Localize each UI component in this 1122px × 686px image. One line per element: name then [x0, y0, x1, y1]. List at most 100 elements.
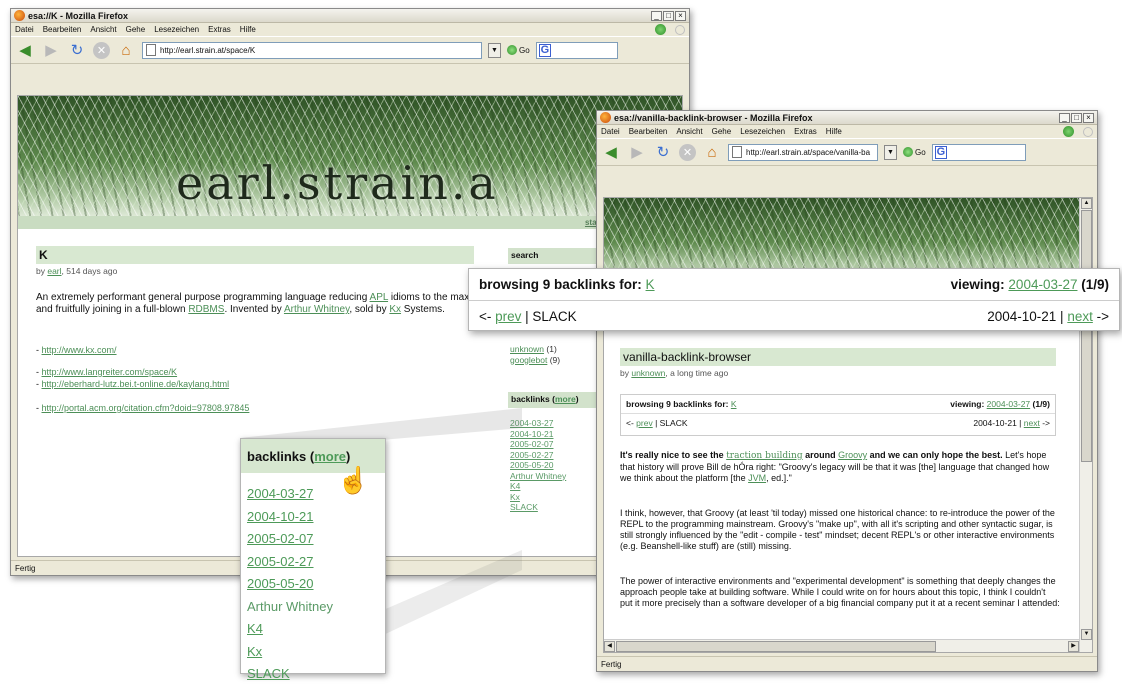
menu-gehe[interactable]: Gehe — [712, 127, 732, 136]
menu-gehe[interactable]: Gehe — [126, 25, 146, 34]
sidebar-backlink-item[interactable]: Arthur Whitney — [510, 471, 566, 482]
kx-url-link[interactable]: http://www.kx.com/ — [42, 345, 117, 355]
back-arrow-icon[interactable]: ◀ — [601, 142, 621, 162]
sidebar-backlink-item[interactable]: Kx — [510, 492, 566, 503]
sidebar-backlink-item[interactable]: K4 — [510, 481, 566, 492]
browse-callout-next-link[interactable]: next — [1067, 309, 1093, 324]
menu-ansicht[interactable]: Ansicht — [90, 25, 116, 34]
sidebar-backlink-item[interactable]: 2004-10-21 — [510, 429, 566, 440]
maximize-icon[interactable]: □ — [663, 10, 674, 21]
backlink-item[interactable]: K4 — [247, 618, 333, 641]
url-dropdown-icon[interactable]: ▼ — [488, 42, 501, 58]
sidebar-backlink-item[interactable]: 2005-02-07 — [510, 439, 566, 450]
back-arrow-icon[interactable]: ◀ — [15, 40, 35, 60]
backlink-item[interactable]: Kx — [247, 641, 333, 664]
menu-datei[interactable]: Datei — [15, 25, 34, 34]
menu-ansicht[interactable]: Ansicht — [676, 127, 702, 136]
scroll-up-icon[interactable]: ▲ — [1081, 198, 1092, 209]
backlinks-callout-more-link[interactable]: more — [314, 449, 346, 464]
menu-bearbeiten[interactable]: Bearbeiten — [629, 127, 668, 136]
sidebar-backlink-item[interactable]: 2005-05-20 — [510, 460, 566, 471]
backlinks-more-link[interactable]: more — [555, 394, 576, 404]
browse-callout-prev-link[interactable]: prev — [495, 309, 521, 324]
home-icon[interactable]: ⌂ — [702, 142, 722, 162]
menu-lesezeichen[interactable]: Lesezeichen — [740, 127, 785, 136]
minimize-icon[interactable]: _ — [1059, 112, 1070, 123]
p1-bold-1: It's really nice to see the — [620, 450, 727, 460]
browse-callout-pager-left: <- prev | SLACK — [479, 309, 577, 324]
viewing-date-link[interactable]: 2004-03-27 — [987, 399, 1030, 409]
forward-arrow-icon[interactable]: ▶ — [41, 40, 61, 60]
traction-building-link[interactable]: traction building — [726, 451, 802, 461]
backlink-item[interactable]: 2005-02-07 — [247, 528, 333, 551]
url-dropdown-icon[interactable]: ▼ — [884, 144, 897, 160]
scroll-left-icon[interactable]: ◀ — [604, 641, 615, 652]
address-bar[interactable]: http://earl.strain.at/space/vanilla-ba — [728, 143, 878, 161]
kaylang-url-link[interactable]: http://eberhard-lutz.bei.t-online.de/kay… — [42, 379, 230, 389]
browse-callout-date-link[interactable]: 2004-03-27 — [1008, 277, 1077, 292]
visitor-unknown[interactable]: unknown (1) — [510, 344, 560, 355]
backlink-item[interactable]: 2004-10-21 — [247, 506, 333, 529]
backlink-item[interactable]: Arthur Whitney — [247, 596, 333, 619]
menu-extras[interactable]: Extras — [208, 25, 231, 34]
google-icon: G — [934, 145, 948, 159]
sidebar-backlink-item[interactable]: SLACK — [510, 502, 566, 513]
backlink-item[interactable]: 2004-03-27 — [247, 483, 333, 506]
browse-target-link[interactable]: K — [731, 399, 737, 409]
apl-link[interactable]: APL — [370, 292, 389, 303]
site-banner: earl.strain.a — [18, 96, 682, 216]
visitor-googlebot[interactable]: googlebot (9) — [510, 355, 560, 366]
prev-link[interactable]: prev — [636, 418, 653, 428]
menu-extras[interactable]: Extras — [794, 127, 817, 136]
stop-icon[interactable]: ✕ — [93, 41, 110, 59]
groovy-link[interactable]: Groovy — [838, 450, 867, 460]
minimize-icon[interactable]: _ — [651, 10, 662, 21]
browse-callout-next-date: 2004-10-21 | — [987, 308, 1068, 324]
close-icon[interactable]: × — [675, 10, 686, 21]
next-link[interactable]: next — [1024, 418, 1040, 428]
backlink-browser-for: browsing 9 backlinks for: K — [626, 399, 737, 409]
menu-hilfe[interactable]: Hilfe — [826, 127, 842, 136]
forward-arrow-icon[interactable]: ▶ — [627, 142, 647, 162]
author-link[interactable]: unknown — [631, 368, 665, 378]
author-link[interactable]: earl — [47, 266, 61, 276]
arthur-whitney-link[interactable]: Arthur Whitney — [284, 304, 349, 315]
visitor-unknown-name[interactable]: unknown — [510, 344, 544, 354]
go-button[interactable]: Go — [507, 45, 530, 55]
menu-bearbeiten[interactable]: Bearbeiten — [43, 25, 82, 34]
vertical-scrollbar[interactable]: ▲ ▼ — [1079, 198, 1092, 652]
menu-hilfe[interactable]: Hilfe — [240, 25, 256, 34]
kx-link[interactable]: Kx — [389, 304, 401, 315]
stop-icon[interactable]: ✕ — [679, 143, 696, 161]
langreiter-url-link[interactable]: http://www.langreiter.com/space/K — [42, 367, 178, 377]
backlink-item[interactable]: 2005-02-27 — [247, 551, 333, 574]
visitor-googlebot-name[interactable]: googlebot — [510, 355, 547, 365]
horizontal-scroll-thumb[interactable] — [616, 641, 936, 652]
jvm-link[interactable]: JVM — [748, 473, 766, 483]
menu-datei[interactable]: Datei — [601, 127, 620, 136]
vertical-scroll-thumb[interactable] — [1081, 210, 1092, 462]
scroll-right-icon[interactable]: ▶ — [1068, 641, 1079, 652]
menu-lesezeichen[interactable]: Lesezeichen — [154, 25, 199, 34]
browse-callout-target-link[interactable]: K — [646, 277, 655, 292]
home-icon[interactable]: ⌂ — [116, 40, 136, 60]
close-icon[interactable]: × — [1083, 112, 1094, 123]
rdbms-link[interactable]: RDBMS — [188, 304, 224, 315]
backlink-item[interactable]: SLACK — [247, 663, 333, 686]
right-title-bar: esa://vanilla-backlink-browser - Mozilla… — [597, 111, 1097, 125]
reload-icon[interactable]: ↻ — [653, 142, 673, 162]
go-button[interactable]: Go — [903, 147, 926, 157]
acm-url-link[interactable]: http://portal.acm.org/citation.cfm?doid=… — [42, 403, 250, 413]
sidebar-backlink-item[interactable]: 2005-02-27 — [510, 450, 566, 461]
browse-callout-header: browsing 9 backlinks for: K viewing: 200… — [469, 269, 1119, 301]
scroll-down-icon[interactable]: ▼ — [1081, 629, 1092, 640]
search-bar[interactable]: G — [931, 143, 1026, 161]
current-backlink: | SLACK — [652, 418, 688, 428]
sidebar-backlink-item[interactable]: 2004-03-27 — [510, 418, 566, 429]
horizontal-scrollbar[interactable]: ◀ ▶ — [604, 639, 1079, 652]
backlink-item[interactable]: 2005-05-20 — [247, 573, 333, 596]
address-bar[interactable]: http://earl.strain.at/space/K — [142, 41, 482, 59]
maximize-icon[interactable]: □ — [1071, 112, 1082, 123]
reload-icon[interactable]: ↻ — [67, 40, 87, 60]
search-bar[interactable]: G — [535, 41, 618, 59]
